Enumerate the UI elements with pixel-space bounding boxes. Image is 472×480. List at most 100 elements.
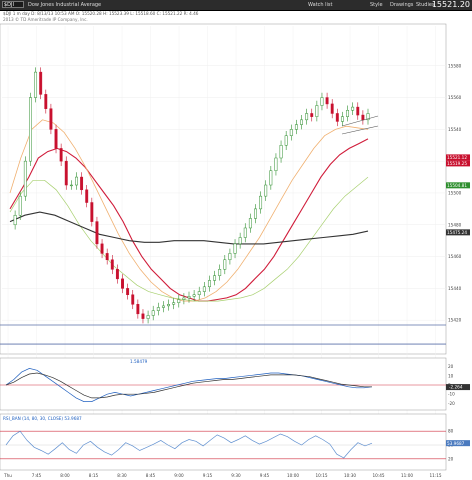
candle-body — [187, 296, 191, 299]
y-tick-label: 15480 — [448, 222, 462, 227]
drawings-button[interactable]: Drawings — [390, 1, 413, 9]
symbol-input[interactable]: $DJI — [2, 1, 24, 8]
candle-body — [248, 218, 252, 229]
last-price: 15521.20 — [431, 0, 470, 9]
y-tick-label: -10 — [448, 392, 455, 397]
candle-body — [13, 214, 17, 226]
candle-body — [238, 237, 242, 245]
rsi-header: RSI_BAN (14, 80, 30, CLOSE) 53.9687 — [3, 416, 82, 421]
candle-body — [294, 124, 298, 130]
x-tick-label: 8:00 — [60, 473, 70, 478]
macd-header: 1.58479 — [130, 359, 148, 364]
candle-body — [330, 103, 334, 114]
candle-body — [64, 160, 68, 186]
x-tick-label: 9:45 — [260, 473, 270, 478]
candle-body — [208, 280, 211, 288]
candle-body — [141, 313, 145, 319]
candle-body — [315, 105, 319, 117]
price-tag-label: 15504.81 — [447, 183, 467, 188]
candle-body — [172, 302, 176, 305]
candle-body — [223, 259, 227, 270]
candle-body — [110, 259, 114, 270]
candle-body — [233, 243, 237, 254]
x-tick-label: 8:15 — [89, 473, 99, 478]
candle-body — [192, 294, 196, 297]
price-tag-label: 15521.12 — [447, 155, 467, 160]
watch-list-button[interactable]: Watch list — [308, 1, 333, 9]
candle-body — [320, 97, 324, 106]
candle-body — [80, 176, 84, 191]
candle-body — [18, 195, 22, 216]
x-tick-label: 10:15 — [315, 473, 327, 478]
candle-body — [49, 108, 53, 130]
candle-body — [146, 315, 150, 319]
candle-body — [115, 269, 119, 280]
y-tick-label: 10 — [448, 373, 454, 378]
candle-body — [34, 71, 38, 98]
candle-body — [69, 184, 73, 187]
candle-body — [167, 304, 170, 307]
candle-body — [305, 113, 309, 121]
candle-body — [218, 269, 222, 276]
candle-body — [177, 299, 181, 303]
candle-body — [243, 227, 247, 238]
candle-body — [228, 253, 232, 261]
candle-body — [105, 253, 109, 261]
candle-body — [75, 176, 78, 186]
quote-line: $DJI 1 m day D: 8/13/13 10:53 AM O: 1552… — [3, 11, 199, 16]
candle-body — [95, 221, 99, 245]
candle-body — [335, 113, 339, 122]
x-tick-label: 10:45 — [372, 473, 384, 478]
candle-body — [361, 114, 365, 121]
candle-body — [310, 113, 314, 117]
price-chart[interactable]: $DJI 1 m day D: 8/13/13 10:53 AM O: 1552… — [0, 10, 472, 480]
candle-body — [254, 208, 257, 219]
y-tick-label: 20 — [448, 456, 454, 461]
y-tick-label: 15440 — [448, 286, 462, 291]
y-tick-label: 15580 — [448, 63, 462, 68]
candle-body — [300, 119, 303, 125]
candle-body — [44, 94, 48, 109]
candle-body — [197, 291, 201, 296]
x-tick-label: Thu — [3, 473, 12, 478]
y-tick-label: 15560 — [448, 95, 462, 100]
main-panel — [0, 23, 447, 355]
candle-body — [39, 71, 43, 95]
candle-body — [346, 110, 349, 117]
candle-body — [340, 116, 344, 122]
candle-body — [289, 129, 293, 136]
company-name: Dow Jones Industrial Average — [28, 2, 102, 8]
macd-panel — [0, 357, 447, 411]
rsi-panel — [0, 413, 447, 471]
price-tag-label: 15475.24 — [447, 230, 467, 235]
y-tick-label: 15420 — [448, 318, 462, 323]
candle-body — [131, 294, 135, 305]
x-tick-label: 8:45 — [146, 473, 156, 478]
candle-body — [151, 310, 155, 316]
y-tick-label: -20 — [448, 401, 455, 406]
candle-body — [259, 195, 263, 210]
candle-body — [161, 305, 165, 308]
candle-body — [90, 202, 94, 222]
candle-body — [29, 97, 32, 162]
candle-body — [59, 148, 63, 162]
value-tag-label: -2.264 — [449, 385, 463, 390]
x-tick-label: 9:00 — [174, 473, 184, 478]
candle-body — [356, 106, 360, 116]
candle-body — [54, 129, 58, 149]
y-tick-label: 80 — [448, 429, 454, 434]
price-tag-label: 15519.25 — [447, 161, 467, 166]
candle-body — [23, 160, 27, 197]
candle-body — [269, 170, 273, 186]
candle-body — [156, 307, 160, 311]
candle-body — [274, 157, 278, 171]
x-tick-label: 11:00 — [401, 473, 413, 478]
candle-body — [100, 243, 104, 254]
candle-body — [136, 304, 140, 315]
x-tick-label: 9:15 — [203, 473, 213, 478]
x-tick-label: 10:30 — [344, 473, 356, 478]
macd-y-axis: 20100-10-20-2.264 — [446, 364, 470, 406]
candle-body — [284, 135, 288, 146]
candle-body — [213, 275, 217, 281]
style-button[interactable]: Style — [370, 1, 383, 9]
